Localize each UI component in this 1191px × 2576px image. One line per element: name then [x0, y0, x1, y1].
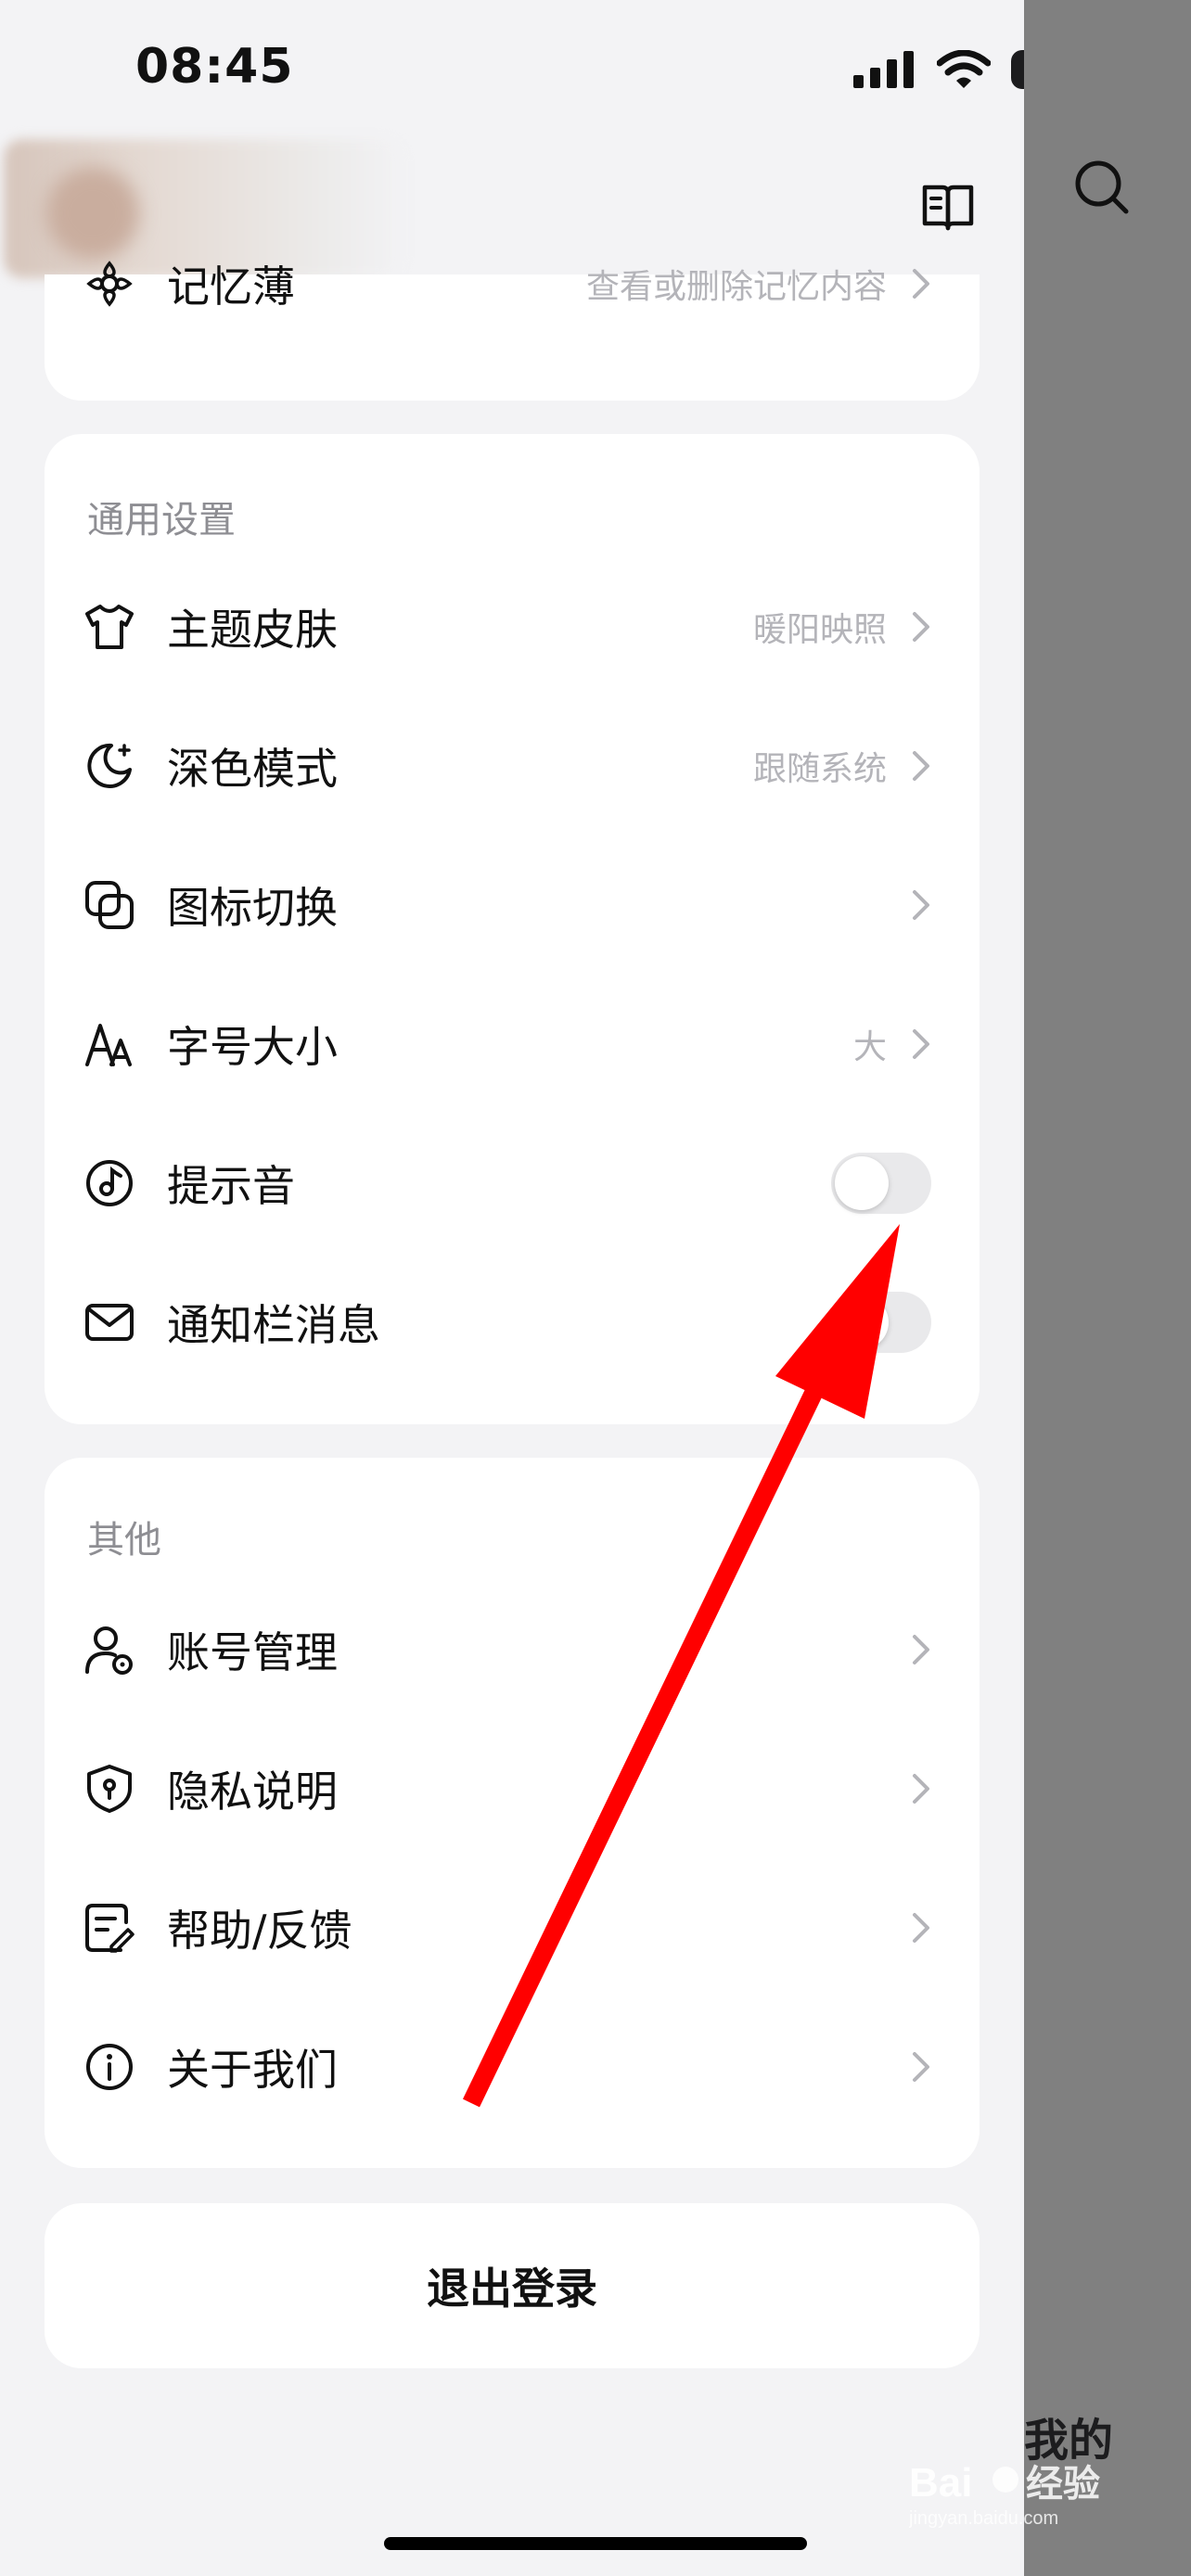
settings-drawer: 08:45 77 记忆薄 查看 [0, 0, 1096, 2576]
font-size-icon [85, 1024, 132, 1066]
account-management-label: 账号管理 [167, 1627, 338, 1677]
theme-skin-value: 暖阳映照 [752, 611, 887, 649]
theme-skin-row[interactable]: 主题皮肤 暖阳映照 [45, 557, 980, 696]
other-section-title: 其他 [87, 1519, 161, 1562]
font-size-value: 大 [852, 1028, 887, 1066]
notification-label: 通知栏消息 [167, 1300, 380, 1350]
about-us-label: 关于我们 [167, 2045, 338, 2095]
privacy-label: 隐私说明 [167, 1766, 338, 1817]
about-us-row[interactable]: 关于我们 [45, 1997, 980, 2136]
info-icon [86, 2044, 133, 2090]
dark-mode-label: 深色模式 [167, 744, 338, 794]
chevron-right-icon [913, 890, 929, 920]
baidu-jingyan-watermark: Bai 经验 jingyan.baidu.com [909, 2460, 1100, 2529]
memory-row[interactable]: 记忆薄 查看或删除记忆内容 [45, 219, 980, 349]
logout-label: 退出登录 [427, 2264, 597, 2314]
chevron-right-icon [913, 1913, 929, 1943]
sound-toggle[interactable] [831, 1153, 931, 1214]
wifi-icon [937, 50, 991, 88]
toggle-knob [835, 1156, 889, 1210]
chevron-right-icon [913, 751, 929, 781]
home-indicator[interactable] [384, 2537, 807, 2550]
svg-text:Bai: Bai [909, 2460, 972, 2506]
font-size-label: 字号大小 [167, 1022, 338, 1072]
toggle-knob [835, 1295, 889, 1349]
help-feedback-row[interactable]: 帮助/反馈 [45, 1858, 980, 1997]
status-time: 08:45 [135, 39, 294, 95]
shield-icon [87, 1765, 132, 1813]
chevron-right-icon [913, 1635, 929, 1664]
general-settings-card: 通用设置 主题皮肤 暖阳映照 深色模式 跟随系统 图标切换 字号大小 大 提示音… [45, 434, 980, 1424]
chevron-right-icon [913, 2052, 929, 2082]
theme-skin-label: 主题皮肤 [167, 605, 338, 655]
icon-switch-label: 图标切换 [167, 883, 338, 933]
chevron-right-icon [913, 269, 929, 299]
mail-icon [85, 1304, 134, 1341]
general-section-title: 通用设置 [87, 499, 236, 542]
layers-icon [85, 881, 134, 929]
dimmed-background-overlay[interactable] [1024, 0, 1191, 2576]
notification-toggle[interactable] [831, 1292, 931, 1353]
flower-icon [86, 261, 133, 307]
sound-label: 提示音 [167, 1161, 295, 1211]
other-card: 其他 账号管理 隐私说明 帮助/反馈 关于我们 [45, 1458, 980, 2168]
music-note-icon [86, 1160, 133, 1206]
memory-value: 查看或删除记忆内容 [585, 268, 887, 306]
font-size-row[interactable]: 字号大小 大 [45, 975, 980, 1114]
dark-mode-value: 跟随系统 [752, 750, 887, 788]
privacy-row[interactable]: 隐私说明 [45, 1719, 980, 1858]
chevron-right-icon [913, 612, 929, 642]
icon-switch-row[interactable]: 图标切换 [45, 835, 980, 975]
notification-row: 通知栏消息 [45, 1253, 980, 1392]
cellular-signal-icon [853, 51, 914, 88]
account-settings-icon [85, 1626, 133, 1675]
logout-button[interactable]: 退出登录 [45, 2203, 980, 2368]
svg-text:经验: 经验 [1026, 2463, 1100, 2506]
search-icon[interactable] [1072, 158, 1132, 217]
memory-card: 记忆薄 查看或删除记忆内容 [45, 261, 980, 401]
chevron-right-icon [913, 1774, 929, 1804]
feedback-icon [85, 1904, 134, 1953]
sound-row: 提示音 [45, 1114, 980, 1253]
tshirt-icon [85, 605, 134, 649]
dark-mode-row[interactable]: 深色模式 跟随系统 [45, 696, 980, 835]
account-management-row[interactable]: 账号管理 [45, 1580, 980, 1719]
memory-label: 记忆薄 [167, 261, 295, 312]
moon-icon [87, 743, 132, 788]
chevron-right-icon [913, 1029, 929, 1059]
svg-text:jingyan.baidu.com: jingyan.baidu.com [909, 2508, 1058, 2529]
help-feedback-label: 帮助/反馈 [167, 1906, 352, 1956]
